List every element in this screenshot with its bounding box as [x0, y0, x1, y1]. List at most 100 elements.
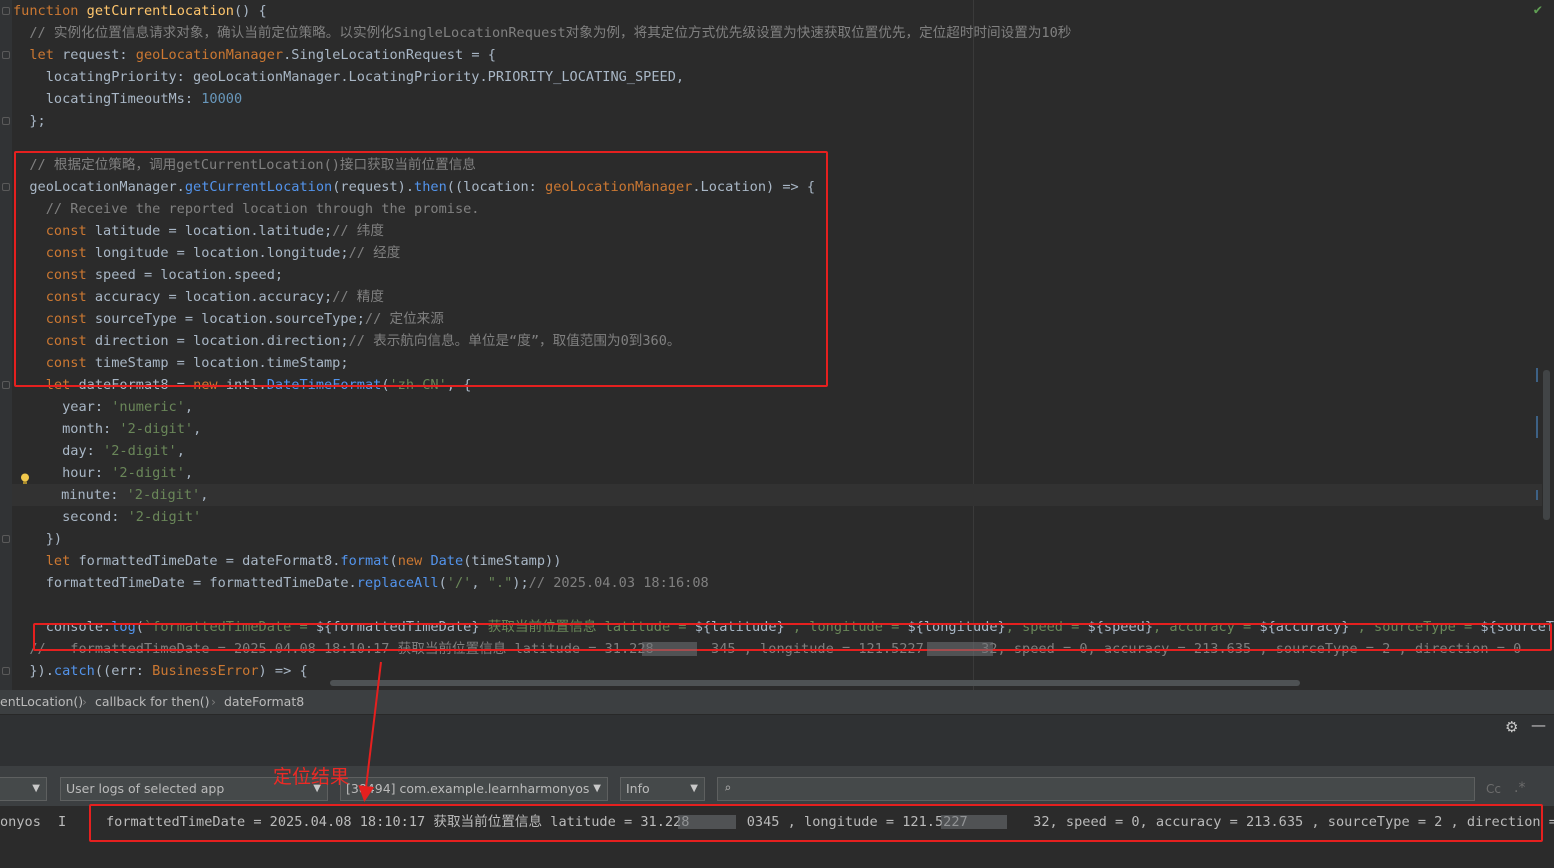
error-stripe-mark	[1536, 416, 1538, 438]
code-token: '2-digit'	[119, 421, 194, 437]
fold-marker-icon[interactable]	[2, 7, 10, 15]
code-token: second:	[13, 509, 128, 525]
gear-icon[interactable]: ⚙	[1505, 718, 1518, 736]
error-stripe-mark	[1536, 368, 1538, 382]
code-token: (	[438, 575, 447, 591]
code-editor[interactable]: function getCurrentLocation() { // 实例化位置…	[0, 0, 1554, 690]
code-line: hour: '2-digit',	[13, 462, 193, 484]
code-token: format	[340, 553, 390, 569]
breadcrumb-item[interactable]: callback for then()	[95, 690, 210, 714]
breadcrumb: entLocation() › callback for then() › da…	[0, 690, 1554, 714]
search-icon: ⌕	[724, 781, 732, 795]
log-scope-value: User logs of selected app	[66, 781, 225, 796]
code-line: formattedTimeDate = formattedTimeDate.re…	[13, 572, 709, 594]
code-token: // 2025.04.03 18:16:08	[528, 575, 709, 591]
code-token: year:	[13, 399, 112, 415]
code-token: ,	[471, 575, 488, 591]
code-token: formattedTimeDate = dateFormat8.	[78, 553, 341, 569]
code-token: );	[512, 575, 529, 591]
code-line: minute: '2-digit',	[12, 484, 1542, 506]
log-level-value: Info	[626, 781, 650, 796]
code-token: ((err:	[94, 663, 153, 679]
code-token: '2-digit'	[126, 487, 201, 503]
code-token: }).	[13, 663, 54, 679]
code-line: };	[13, 110, 46, 132]
device-select[interactable]: ▼	[0, 777, 47, 801]
code-token: minute:	[12, 487, 127, 503]
log-level: I	[58, 814, 67, 830]
fold-marker-icon[interactable]	[2, 51, 10, 59]
code-line: locatingPriority: geoLocationManager.Loc…	[13, 66, 684, 88]
chevron-down-icon: ▼	[32, 783, 40, 794]
fold-marker-icon[interactable]	[2, 381, 10, 389]
log-level-select[interactable]: Info ▼	[620, 777, 705, 801]
breadcrumb-item[interactable]: dateFormat8	[224, 690, 304, 714]
check-icon: ✔	[1533, 2, 1542, 18]
code-line: function getCurrentLocation() {	[13, 0, 267, 22]
bulb-icon[interactable]	[20, 473, 30, 485]
code-token: })	[13, 531, 63, 547]
highlight-box-log-result	[89, 804, 1543, 842]
code-line: day: '2-digit',	[13, 440, 185, 462]
code-token: day:	[13, 443, 104, 459]
annotation-label: 定位结果	[273, 766, 350, 788]
code-token: replaceAll	[356, 575, 439, 591]
highlight-box-location-call	[14, 151, 828, 387]
code-line: })	[13, 528, 62, 550]
code-token: month:	[13, 421, 120, 437]
error-stripe-mark	[1536, 490, 1538, 500]
editor-gutter	[0, 0, 12, 690]
code-token: (	[389, 553, 398, 569]
code-token: getCurrentLocation	[86, 3, 234, 19]
code-token: let	[13, 47, 63, 63]
horizontal-scrollbar[interactable]	[330, 680, 1300, 686]
code-token: function	[13, 3, 87, 19]
code-line: year: 'numeric',	[13, 396, 193, 418]
code-token: formattedTimeDate = formattedTimeDate.	[13, 575, 357, 591]
right-margin-guide	[973, 0, 974, 690]
code-token: 10000	[201, 91, 243, 107]
chevron-right-icon: ›	[82, 694, 87, 709]
match-case-button[interactable]: Cc	[1486, 782, 1501, 796]
code-token: .SingleLocationRequest = {	[283, 47, 496, 63]
code-token: new	[397, 553, 431, 569]
log-search-input[interactable]: ⌕	[717, 777, 1475, 801]
code-line: month: '2-digit',	[13, 418, 201, 440]
log-filter-bar: ▼ User logs of selected app ▼ [38494] co…	[0, 766, 1554, 806]
code-token: geoLocationManager	[135, 47, 284, 63]
code-token: '/'	[446, 575, 472, 591]
code-token: ,	[193, 421, 202, 437]
code-line: locatingTimeoutMs: 10000	[13, 88, 242, 110]
code-token: '2-digit'	[127, 509, 202, 525]
code-token: ) => {	[258, 663, 308, 679]
code-token: Date	[430, 553, 464, 569]
process-value: [38494] com.example.learnharmonyos	[346, 781, 590, 796]
vertical-scrollbar[interactable]	[1543, 370, 1550, 520]
redaction-mask	[927, 642, 993, 656]
code-token: (timeStamp))	[463, 553, 562, 569]
process-select[interactable]: [38494] com.example.learnharmonyos ▼	[340, 777, 608, 801]
code-line: second: '2-digit'	[13, 506, 201, 528]
chevron-right-icon: ›	[211, 694, 216, 709]
log-output[interactable]: onyos I formattedTimeDate = 2025.04.08 1…	[0, 804, 1554, 868]
code-token: catch	[53, 663, 95, 679]
regex-button[interactable]: .*	[1514, 780, 1525, 796]
log-panel-header: ⚙ —	[0, 714, 1554, 767]
code-token: 'numeric'	[111, 399, 185, 415]
breadcrumb-item[interactable]: entLocation()	[0, 690, 83, 714]
log-tag: onyos	[0, 814, 41, 830]
fold-marker-icon[interactable]	[2, 535, 10, 543]
code-token: () {	[234, 3, 267, 19]
code-token: ,	[184, 399, 194, 415]
code-line: let formattedTimeDate = dateFormat8.form…	[13, 550, 562, 572]
fold-marker-icon[interactable]	[2, 667, 10, 675]
code-token: ,	[200, 487, 209, 503]
minimize-icon[interactable]: —	[1531, 716, 1546, 734]
code-token: let	[13, 553, 79, 569]
fold-marker-icon[interactable]	[2, 183, 10, 191]
code-token: locatingPriority: geoLocationManager.Loc…	[13, 69, 685, 85]
code-token: ,	[184, 465, 194, 481]
code-token: };	[13, 113, 46, 129]
fold-marker-icon[interactable]	[2, 117, 10, 125]
redaction-mask	[642, 642, 697, 656]
